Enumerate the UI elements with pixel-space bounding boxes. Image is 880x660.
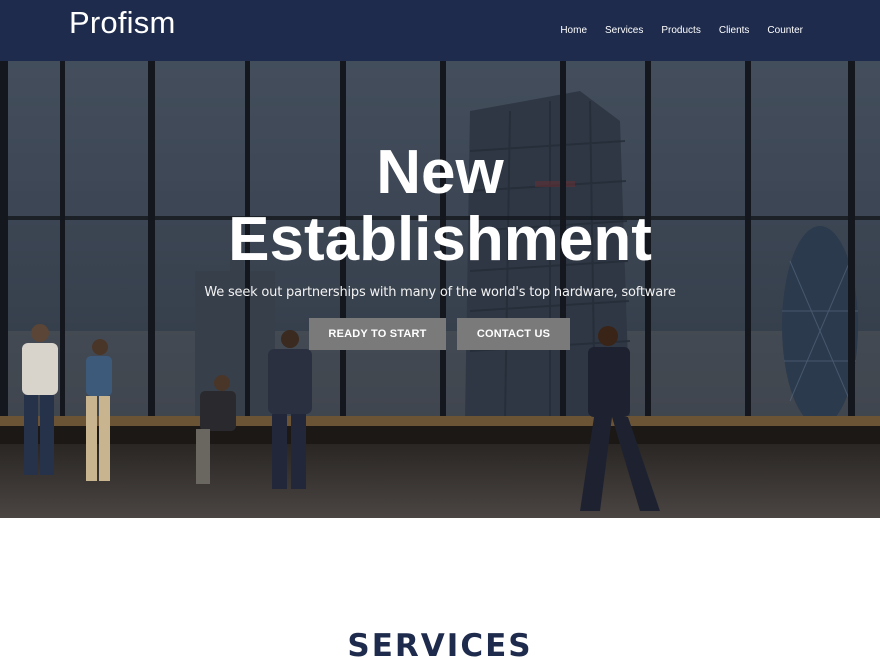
hero-subtitle: We seek out partnerships with many of th… — [204, 285, 676, 300]
navbar: Profism Home Services Products Clients C… — [0, 0, 880, 61]
brand-logo[interactable]: Profism — [69, 5, 175, 41]
nav-link-home[interactable]: Home — [560, 25, 587, 37]
nav-link-clients[interactable]: Clients — [719, 25, 750, 37]
nav-menu: Home Services Products Clients Counter — [542, 25, 803, 37]
hero-title-line-2: Establishment — [228, 205, 652, 274]
hero-section: New Establishment We seek out partnershi… — [0, 61, 880, 518]
contact-us-button[interactable]: CONTACT US — [457, 318, 570, 350]
nav-link-services[interactable]: Services — [605, 25, 643, 37]
hero-title-line-1: New — [376, 138, 504, 207]
nav-link-products[interactable]: Products — [661, 25, 700, 37]
nav-link-counter[interactable]: Counter — [767, 25, 803, 37]
ready-to-start-button[interactable]: READY TO START — [309, 318, 446, 350]
services-heading: SERVICES — [347, 628, 533, 660]
